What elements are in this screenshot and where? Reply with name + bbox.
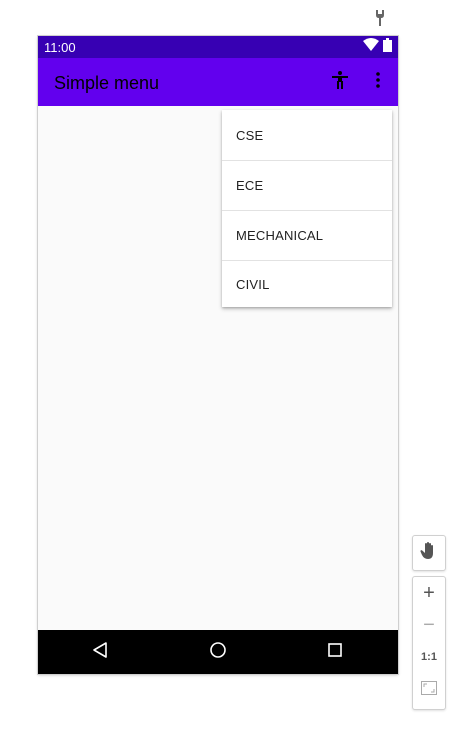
- menu-item-ece[interactable]: ECE: [222, 161, 392, 211]
- navigation-bar: [38, 630, 398, 674]
- recents-square-icon: [327, 642, 343, 663]
- accessibility-icon: [332, 70, 348, 94]
- battery-icon: [383, 37, 392, 57]
- zoom-out-button[interactable]: −: [413, 609, 445, 641]
- hand-icon: [420, 541, 438, 566]
- recents-button[interactable]: [323, 640, 347, 664]
- status-bar: 11:00: [38, 36, 398, 58]
- fit-screen-button[interactable]: [413, 673, 445, 705]
- more-vert-icon: [376, 71, 380, 93]
- home-button[interactable]: [206, 640, 230, 664]
- zoom-in-button[interactable]: +: [413, 577, 445, 609]
- overflow-menu-button[interactable]: [366, 70, 390, 94]
- fit-screen-icon: [421, 678, 437, 701]
- menu-item-civil[interactable]: CIVIL: [222, 261, 392, 307]
- status-time: 11:00: [44, 40, 76, 55]
- pan-tool-button[interactable]: [412, 535, 446, 571]
- app-title: Simple menu: [54, 73, 160, 93]
- back-button[interactable]: [88, 640, 112, 664]
- actual-size-button[interactable]: 1:1: [413, 641, 445, 673]
- accessibility-button[interactable]: [328, 70, 352, 94]
- wrench-icon[interactable]: [372, 8, 388, 28]
- back-triangle-icon: [92, 641, 108, 663]
- emulator-canvas: 11:00 Simple menu CSE ECE MECHANICAL CIV…: [0, 0, 452, 733]
- menu-item-cse[interactable]: CSE: [222, 110, 392, 161]
- device-screen: 11:00 Simple menu CSE ECE MECHANICAL CIV…: [38, 36, 398, 674]
- status-icons: [363, 37, 392, 57]
- options-popup-menu: CSE ECE MECHANICAL CIVIL: [222, 110, 392, 307]
- zoom-controls: + − 1:1: [412, 576, 446, 710]
- wifi-icon: [363, 38, 379, 56]
- menu-item-mechanical[interactable]: MECHANICAL: [222, 211, 392, 261]
- app-bar: Simple menu: [38, 58, 398, 106]
- home-circle-icon: [209, 641, 227, 664]
